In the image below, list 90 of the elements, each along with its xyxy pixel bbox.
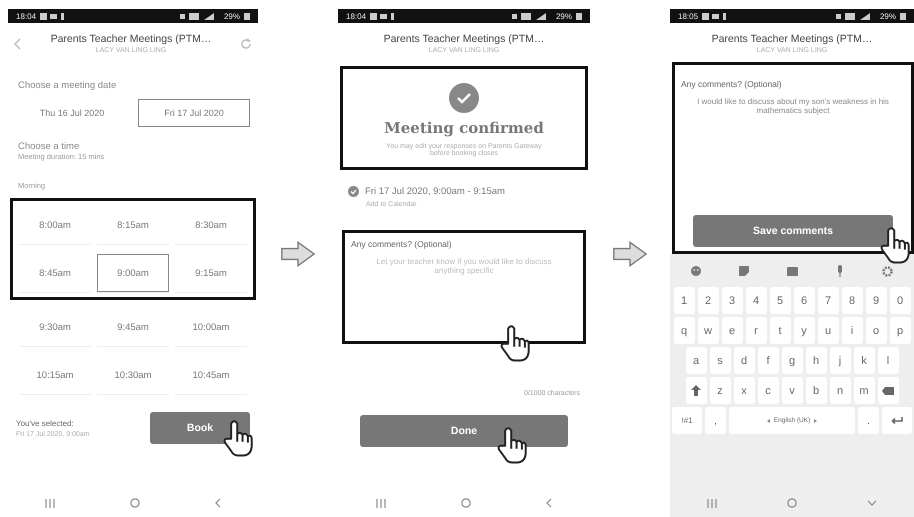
selection-label: You've selected: xyxy=(16,418,75,428)
keyboard-key[interactable]: q xyxy=(674,317,694,344)
check-badge-icon xyxy=(348,186,359,197)
emoji-icon[interactable] xyxy=(691,266,701,276)
keyboard-key[interactable]: 4 xyxy=(746,287,766,314)
status-time: 18:05 xyxy=(678,12,698,20)
keyboard-key[interactable]: u xyxy=(818,317,838,344)
keyboard-key[interactable]: k xyxy=(854,347,874,374)
keyboard-key[interactable]: w xyxy=(698,317,718,344)
keyboard-key[interactable]: 2 xyxy=(698,287,718,314)
battery-percentage: 29% xyxy=(880,12,896,20)
keyboard-key[interactable]: i xyxy=(842,317,862,344)
right-arrow-icon xyxy=(280,240,316,268)
recent-apps-icon[interactable] xyxy=(376,498,386,508)
keyboard-key[interactable]: r xyxy=(746,317,766,344)
keyboard-key[interactable]: l xyxy=(878,347,898,374)
home-icon[interactable] xyxy=(787,498,797,508)
keyboard-key[interactable]: v xyxy=(782,377,802,404)
keyboard-key[interactable]: 1 xyxy=(674,287,694,314)
enter-key[interactable] xyxy=(882,407,912,434)
save-comments-button[interactable]: Save comments xyxy=(693,215,893,247)
keyboard-key[interactable]: 9 xyxy=(866,287,886,314)
backspace-icon xyxy=(882,386,894,394)
recent-apps-icon[interactable] xyxy=(707,498,717,508)
keyboard-key[interactable]: 3 xyxy=(722,287,742,314)
enter-icon xyxy=(891,416,903,424)
keyboard-key[interactable]: s xyxy=(710,347,730,374)
battery-percentage: 29% xyxy=(224,12,240,20)
keyboard-key[interactable]: e xyxy=(722,317,742,344)
keyboard-key[interactable]: p xyxy=(890,317,910,344)
comments-label: Any comments? (Optional) xyxy=(681,79,783,89)
backspace-key[interactable] xyxy=(878,377,898,404)
settings-icon[interactable] xyxy=(882,266,893,276)
screen-title: Parents Teacher Meetings (PTM… xyxy=(384,33,544,45)
battery-icon xyxy=(244,12,250,20)
keyboard-key[interactable]: m xyxy=(854,377,874,404)
symbols-key[interactable]: !#1 xyxy=(672,407,702,434)
comment-input[interactable]: I would like to discuss about my son's weakness in his mathematics subject xyxy=(681,93,905,211)
keyboard-key[interactable]: z xyxy=(710,377,730,404)
keyboard-key[interactable]: h xyxy=(806,347,826,374)
keyboard-key[interactable]: 0 xyxy=(890,287,910,314)
keyboard-key[interactable]: j xyxy=(830,347,850,374)
confirmation-heading: Meeting confirmed xyxy=(384,119,544,137)
recent-apps-icon[interactable] xyxy=(45,498,56,508)
keyboard-key[interactable]: f xyxy=(758,347,778,374)
keyboard-key[interactable]: n xyxy=(830,377,850,404)
keyboard-key[interactable]: x xyxy=(734,377,754,404)
keyboard-key[interactable]: a xyxy=(686,347,706,374)
time-prompt: Choose a time xyxy=(17,141,80,152)
back-icon[interactable] xyxy=(214,498,221,508)
screen-title: Parents Teacher Meetings (PTM… xyxy=(712,33,872,45)
keyboard-key[interactable]: 8 xyxy=(842,287,862,314)
refresh-icon[interactable] xyxy=(240,38,252,50)
battery-icon xyxy=(900,12,906,20)
date-option[interactable]: Fri 17 Jul 2020 xyxy=(138,99,250,127)
keyboard-key[interactable]: t xyxy=(770,317,790,344)
battery-percentage: 29% xyxy=(556,12,572,20)
right-arrow-icon xyxy=(612,240,648,268)
keyboard-key[interactable]: 6 xyxy=(794,287,814,314)
done-button[interactable]: Done xyxy=(360,415,568,447)
left-triangle-icon xyxy=(766,418,770,422)
battery-icon xyxy=(576,12,582,20)
check-circle-icon xyxy=(449,83,479,113)
status-time: 18:04 xyxy=(346,12,366,20)
keyboard-key[interactable]: o xyxy=(866,317,886,344)
back-icon[interactable] xyxy=(14,38,22,50)
chevron-down-icon[interactable] xyxy=(867,500,877,506)
booking-time: Fri 17 Jul 2020, 9:00am - 9:15am xyxy=(365,186,505,197)
microphone-icon[interactable] xyxy=(836,265,844,277)
comment-input[interactable]: Let your teacher know if you would like to discuss anything specific xyxy=(351,253,577,288)
comments-label: Any comments? (Optional) xyxy=(351,239,453,249)
keyboard-key[interactable]: g xyxy=(782,347,802,374)
shift-icon xyxy=(691,385,701,396)
status-time: 18:04 xyxy=(16,12,36,20)
keyboard-key[interactable]: 5 xyxy=(770,287,790,314)
keyboard-key[interactable]: c xyxy=(758,377,778,404)
home-icon[interactable] xyxy=(460,498,471,508)
keyboard-key[interactable]: 7 xyxy=(818,287,838,314)
keyboard-key[interactable]: d xyxy=(734,347,754,374)
right-triangle-icon xyxy=(814,418,818,422)
home-icon[interactable] xyxy=(130,498,140,508)
back-icon[interactable] xyxy=(546,498,552,508)
time-slot[interactable]: 9:00am xyxy=(97,254,169,292)
keyboard-key[interactable]: y xyxy=(794,317,814,344)
keyboard-key[interactable]: , xyxy=(705,407,726,434)
screen-title: Parents Teacher Meetings (PTM… xyxy=(50,33,212,45)
keyboard-key[interactable]: b xyxy=(806,377,826,404)
keyboard-key[interactable]: . xyxy=(858,407,879,434)
shift-key[interactable] xyxy=(686,377,706,404)
date-prompt: Choose a meeting date xyxy=(17,80,118,91)
